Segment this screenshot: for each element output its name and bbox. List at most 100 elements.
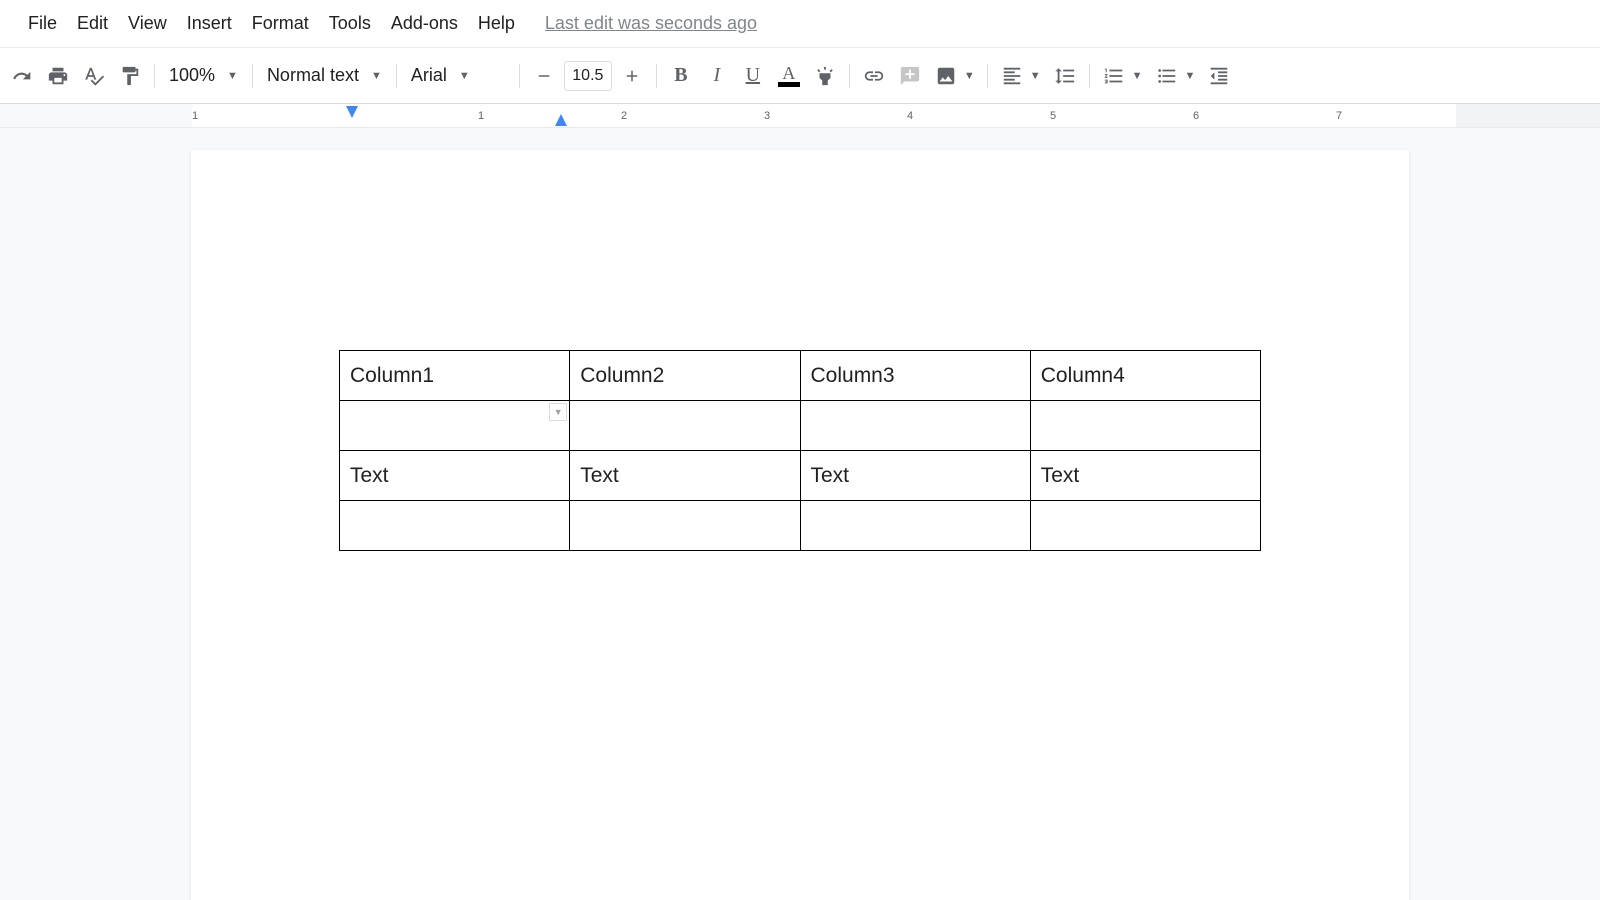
italic-button[interactable]: I xyxy=(699,58,735,94)
paint-format-icon xyxy=(119,65,141,87)
menu-tools[interactable]: Tools xyxy=(319,7,381,40)
page[interactable]: Column1 Column2 Column3 Column4 ▼ Text T… xyxy=(191,150,1409,900)
paint-format-button[interactable] xyxy=(112,58,148,94)
print-icon xyxy=(47,65,69,87)
chevron-down-icon: ▼ xyxy=(371,70,382,82)
table-cell[interactable]: Column2 xyxy=(570,351,800,401)
table-cell[interactable] xyxy=(1030,401,1260,451)
table-row[interactable]: Text Text Text Text xyxy=(340,451,1261,501)
document-table[interactable]: Column1 Column2 Column3 Column4 ▼ Text T… xyxy=(339,350,1261,551)
zoom-value: 100% xyxy=(169,65,215,86)
table-row[interactable]: Column1 Column2 Column3 Column4 xyxy=(340,351,1261,401)
table-cell[interactable]: Text xyxy=(1030,451,1260,501)
table-cell[interactable]: Text xyxy=(800,451,1030,501)
table-cell[interactable] xyxy=(800,501,1030,551)
last-edit-link[interactable]: Last edit was seconds ago xyxy=(545,13,757,34)
decrease-indent-button[interactable] xyxy=(1201,58,1237,94)
increase-font-button[interactable] xyxy=(614,58,650,94)
print-button[interactable] xyxy=(40,58,76,94)
table-cell[interactable]: Text xyxy=(340,451,570,501)
redo-icon xyxy=(12,66,32,86)
chevron-down-icon[interactable]: ▼ xyxy=(1185,70,1202,82)
link-icon xyxy=(863,65,885,87)
menu-bar: File Edit View Insert Format Tools Add-o… xyxy=(0,0,1600,48)
style-value: Normal text xyxy=(267,65,359,86)
underline-button[interactable]: U xyxy=(735,58,771,94)
menu-insert[interactable]: Insert xyxy=(177,7,242,40)
spellcheck-icon xyxy=(83,65,105,87)
toolbar-separator xyxy=(396,64,397,88)
comment-icon xyxy=(899,65,921,87)
table-cell[interactable] xyxy=(800,401,1030,451)
menu-help[interactable]: Help xyxy=(468,7,525,40)
horizontal-ruler[interactable]: 1 1 2 3 4 5 6 7 xyxy=(0,104,1600,128)
ruler-tick: 1 xyxy=(192,110,198,122)
table-row[interactable]: ▼ xyxy=(340,401,1261,451)
spellcheck-button[interactable] xyxy=(76,58,112,94)
zoom-dropdown[interactable]: 100% ▼ xyxy=(161,58,246,94)
menu-file[interactable]: File xyxy=(18,7,67,40)
bold-button[interactable]: B xyxy=(663,58,699,94)
plus-icon xyxy=(623,67,641,85)
menu-format[interactable]: Format xyxy=(242,7,319,40)
bulleted-list-icon xyxy=(1156,65,1178,87)
menu-view[interactable]: View xyxy=(118,7,177,40)
toolbar-separator xyxy=(154,64,155,88)
text-color-button[interactable]: A xyxy=(771,58,807,94)
table-row[interactable] xyxy=(340,501,1261,551)
document-area: Column1 Column2 Column3 Column4 ▼ Text T… xyxy=(0,128,1600,900)
table-cell[interactable] xyxy=(570,401,800,451)
insert-link-button[interactable] xyxy=(856,58,892,94)
table-cell[interactable]: Column1 xyxy=(340,351,570,401)
font-size-control xyxy=(526,58,650,94)
toolbar: 100% ▼ Normal text ▼ Arial ▼ B I U A xyxy=(0,48,1600,104)
table-cell[interactable]: Text xyxy=(570,451,800,501)
highlighter-icon xyxy=(814,65,836,87)
insert-image-button[interactable] xyxy=(928,58,964,94)
toolbar-separator xyxy=(987,64,988,88)
chevron-down-icon[interactable]: ▼ xyxy=(1132,70,1149,82)
paragraph-style-dropdown[interactable]: Normal text ▼ xyxy=(259,58,390,94)
chevron-down-icon: ▼ xyxy=(459,70,470,82)
cell-options-button[interactable]: ▼ xyxy=(549,403,567,421)
toolbar-separator xyxy=(849,64,850,88)
ruler-page-area xyxy=(192,104,1600,127)
table-cell[interactable] xyxy=(340,501,570,551)
line-spacing-button[interactable] xyxy=(1047,58,1083,94)
align-button[interactable] xyxy=(994,58,1030,94)
redo-button[interactable] xyxy=(4,58,40,94)
table-cell[interactable]: Column3 xyxy=(800,351,1030,401)
align-left-icon xyxy=(1001,65,1023,87)
decrease-font-button[interactable] xyxy=(526,58,562,94)
toolbar-separator xyxy=(252,64,253,88)
ruler-tick: 6 xyxy=(1193,110,1199,122)
chevron-down-icon: ▼ xyxy=(227,70,238,82)
numbered-list-icon xyxy=(1103,65,1125,87)
table-cell[interactable]: Column4 xyxy=(1030,351,1260,401)
font-family-dropdown[interactable]: Arial ▼ xyxy=(403,58,513,94)
toolbar-separator xyxy=(519,64,520,88)
font-size-input[interactable] xyxy=(564,61,612,91)
decrease-indent-icon xyxy=(1208,65,1230,87)
font-value: Arial xyxy=(411,65,447,86)
menu-addons[interactable]: Add-ons xyxy=(381,7,468,40)
highlight-color-button[interactable] xyxy=(807,58,843,94)
ruler-margin-area xyxy=(1456,104,1600,127)
table-cell[interactable] xyxy=(570,501,800,551)
add-comment-button[interactable] xyxy=(892,58,928,94)
ruler-tick: 7 xyxy=(1336,110,1342,122)
numbered-list-button[interactable] xyxy=(1096,58,1132,94)
toolbar-separator xyxy=(1089,64,1090,88)
bulleted-list-button[interactable] xyxy=(1149,58,1185,94)
menu-edit[interactable]: Edit xyxy=(67,7,118,40)
chevron-down-icon[interactable]: ▼ xyxy=(964,70,981,82)
text-color-a-icon: A xyxy=(782,64,795,82)
chevron-down-icon[interactable]: ▼ xyxy=(1030,70,1047,82)
table-cell[interactable]: ▼ xyxy=(340,401,570,451)
toolbar-separator xyxy=(656,64,657,88)
minus-icon xyxy=(535,67,553,85)
ruler-tick: 5 xyxy=(1050,110,1056,122)
line-spacing-icon xyxy=(1054,65,1076,87)
ruler-tick: 2 xyxy=(621,110,627,122)
table-cell[interactable] xyxy=(1030,501,1260,551)
